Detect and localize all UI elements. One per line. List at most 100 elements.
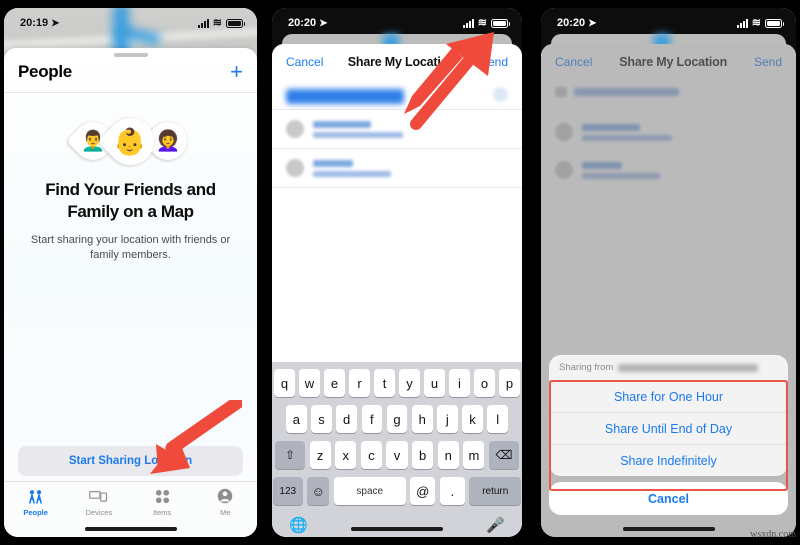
key-v[interactable]: v [386, 441, 408, 469]
emoji-icon[interactable]: ☺ [307, 477, 330, 505]
key-u[interactable]: u [424, 369, 445, 397]
people-icon [27, 487, 44, 505]
home-indicator[interactable] [622, 527, 715, 531]
key-c[interactable]: c [360, 441, 382, 469]
cancel-button[interactable]: Cancel [286, 55, 323, 69]
phone-screen-share-compose: 20:20 ➤ ≋ Cancel Share My Location Send [272, 8, 522, 537]
status-left: 20:19 ➤ [20, 17, 60, 29]
key-o[interactable]: o [474, 369, 495, 397]
key-m[interactable]: m [463, 441, 485, 469]
wifi-icon: ≋ [477, 16, 487, 29]
avatar [286, 159, 304, 177]
contact-text [313, 159, 391, 177]
status-time: 20:20 [288, 17, 317, 29]
keyboard-row: ⇧ z x c v b n m ⌫ [275, 441, 519, 469]
key-j[interactable]: j [437, 405, 458, 433]
memoji-right-icon: 👩‍🦱 [155, 130, 181, 152]
key-e[interactable]: e [324, 369, 345, 397]
key-r[interactable]: r [349, 369, 370, 397]
action-sheet-group: Sharing from Share for One Hour Share Un… [549, 355, 788, 476]
key-numbers[interactable]: 123 [272, 477, 303, 505]
action-sheet: Sharing from Share for One Hour Share Un… [549, 355, 788, 515]
key-a[interactable]: a [285, 405, 307, 433]
key-w[interactable]: w [299, 369, 320, 397]
status-left: 20:20 ➤ [557, 17, 597, 29]
key-b[interactable]: b [412, 441, 434, 469]
key-p[interactable]: p [499, 369, 520, 397]
status-bar: 20:19 ➤ ≋ [4, 8, 257, 38]
tab-label: Devices [85, 508, 113, 517]
wifi-icon: ≋ [751, 16, 761, 29]
tab-label: People [23, 508, 48, 517]
key-h[interactable]: h [411, 405, 433, 433]
annotation-arrow-send [404, 32, 494, 130]
key-f[interactable]: f [361, 405, 383, 433]
watermark: wsxdn.com [750, 529, 796, 540]
person-circle-icon [217, 487, 233, 505]
phone-screen-find-my-people: 20:19 ➤ ≋ People + 👨‍🦱 👶 👩‍🦱 Find Your F… [4, 8, 257, 537]
globe-icon[interactable]: 🌐 [289, 516, 308, 534]
key-space[interactable]: space [333, 477, 406, 505]
location-arrow-icon: ➤ [588, 17, 597, 29]
battery-icon [765, 18, 784, 28]
key-z[interactable]: z [309, 441, 331, 469]
status-right: ≋ [462, 16, 510, 29]
recipient-token[interactable] [286, 88, 404, 104]
items-icon [155, 487, 170, 505]
sharing-from-label: Sharing from [559, 362, 614, 373]
share-until-end-of-day-option[interactable]: Share Until End of Day [549, 412, 788, 444]
keyboard-row: 123 ☺ space @ . return [272, 477, 522, 505]
key-d[interactable]: d [336, 405, 357, 433]
key-backspace[interactable]: ⌫ [488, 441, 519, 469]
add-person-button[interactable]: + [230, 61, 243, 83]
key-i[interactable]: i [449, 369, 470, 397]
avatar [286, 120, 304, 138]
home-indicator[interactable] [351, 527, 443, 531]
key-s[interactable]: s [311, 405, 332, 433]
signal-bars-icon [462, 18, 474, 28]
hero-subtitle: Start sharing your location with friends… [30, 233, 231, 262]
key-l[interactable]: l [487, 405, 509, 433]
key-at[interactable]: @ [410, 477, 436, 505]
key-n[interactable]: n [437, 441, 459, 469]
list-item[interactable] [272, 149, 522, 187]
key-t[interactable]: t [374, 369, 395, 397]
status-left: 20:20 ➤ [288, 17, 328, 29]
location-arrow-icon: ➤ [319, 17, 328, 29]
key-x[interactable]: x [335, 441, 357, 469]
hero-title: Find Your Friends and Family on a Map [45, 180, 216, 222]
sharing-from-account [618, 363, 759, 372]
status-right: ≋ [736, 16, 784, 29]
signal-bars-icon [197, 18, 209, 28]
key-shift[interactable]: ⇧ [275, 441, 305, 469]
cancel-button[interactable]: Cancel [549, 482, 788, 515]
key-y[interactable]: y [399, 369, 420, 397]
microphone-icon[interactable]: 🎤 [486, 516, 505, 534]
annotation-arrow-start-sharing [150, 400, 242, 474]
key-return[interactable]: return [469, 477, 522, 505]
avatar: 👶 [97, 108, 164, 175]
devices-icon [89, 487, 108, 505]
key-g[interactable]: g [386, 405, 408, 433]
key-k[interactable]: k [462, 405, 483, 433]
on-screen-keyboard[interactable]: q w e r t y u i o p a s d f g h j k l ⇧ … [272, 362, 522, 537]
sheet-header: People + [4, 57, 257, 93]
sidebar-item-devices[interactable]: Devices [67, 487, 130, 517]
phone-screen-share-duration: 20:20 ➤ ≋ Cancel Share My Location Send [541, 8, 796, 537]
status-right: ≋ [197, 16, 245, 29]
wifi-icon: ≋ [212, 16, 222, 29]
avatar-cluster: 👨‍🦱 👶 👩‍🦱 [4, 107, 257, 175]
sidebar-item-people[interactable]: People [4, 487, 67, 517]
screenshot-stage: 20:19 ➤ ≋ People + 👨‍🦱 👶 👩‍🦱 Find Your F… [0, 0, 800, 545]
key-q[interactable]: q [274, 369, 295, 397]
page-title: People [18, 62, 72, 81]
key-period[interactable]: . [439, 477, 465, 505]
share-indefinitely-option[interactable]: Share Indefinitely [549, 444, 788, 476]
status-time: 20:19 [20, 17, 49, 29]
location-arrow-icon: ➤ [51, 17, 60, 29]
home-indicator[interactable] [84, 527, 177, 531]
share-for-one-hour-option[interactable]: Share for One Hour [549, 380, 788, 412]
sidebar-item-items[interactable]: Items [131, 487, 194, 517]
sidebar-item-me[interactable]: Me [194, 487, 257, 517]
battery-icon [491, 18, 510, 28]
